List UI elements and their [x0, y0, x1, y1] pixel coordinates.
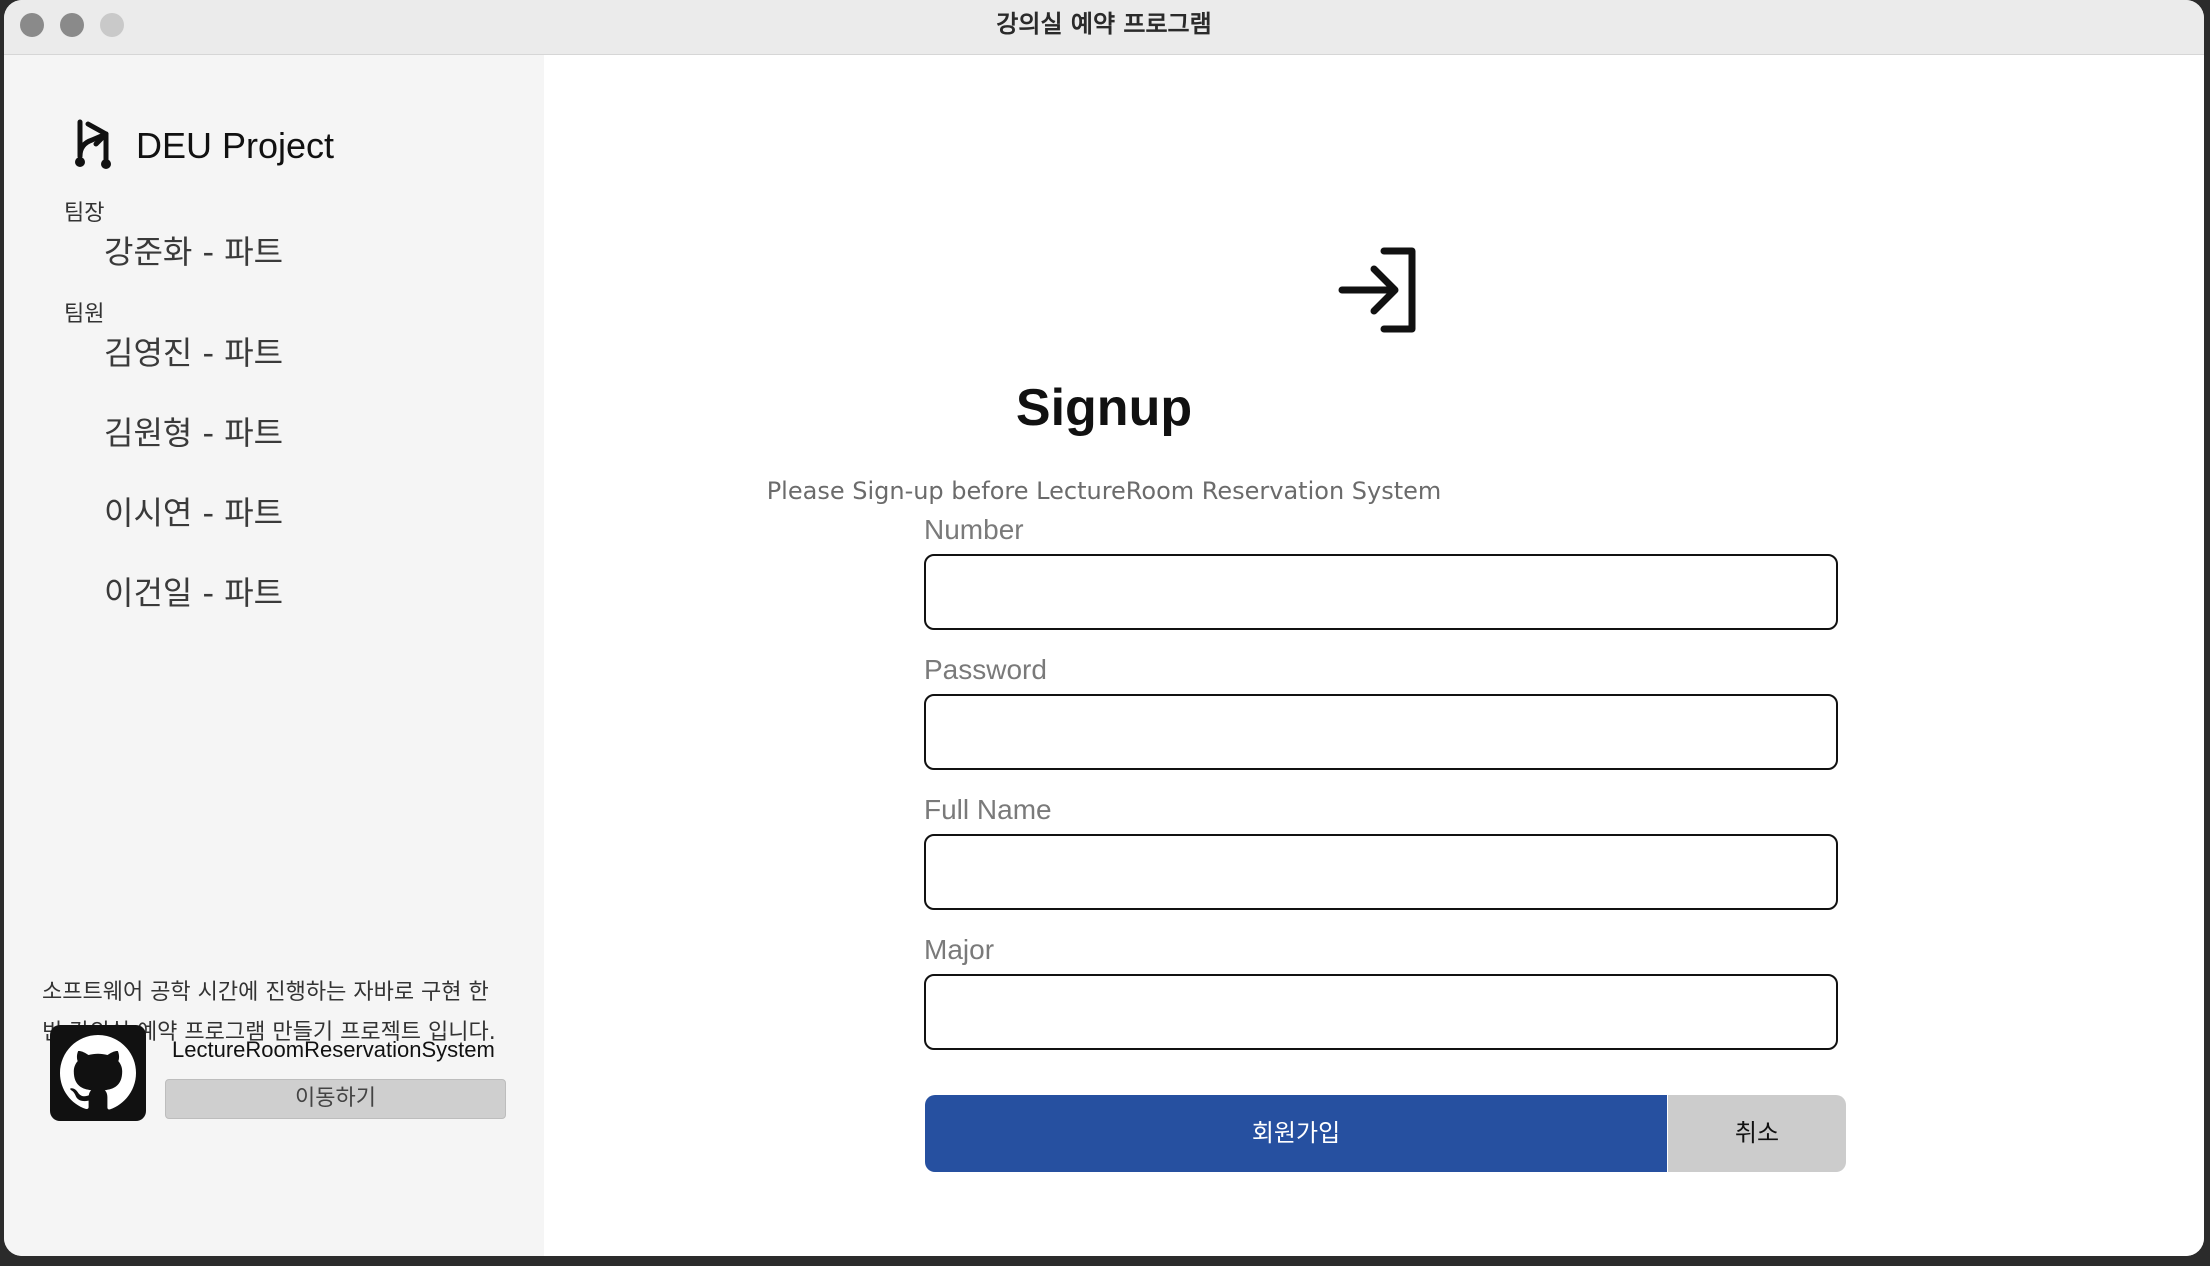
major-input[interactable]	[924, 974, 1838, 1050]
major-label: Major	[924, 934, 995, 965]
goto-repo-button[interactable]: 이동하기	[165, 1079, 506, 1119]
app-window: 강의실 예약 프로그램 DEU Project 팀장 강준화 - 파트 팀원 김…	[4, 0, 2204, 1256]
branch-icon	[66, 116, 122, 176]
title-bar: 강의실 예약 프로그램	[4, 0, 2204, 55]
full-name-label: Full Name	[924, 794, 1052, 825]
page-title: Signup	[1015, 379, 1193, 437]
window-title: 강의실 예약 프로그램	[996, 10, 1212, 38]
signup-panel	[544, 55, 2204, 1256]
members-label: 팀원	[64, 302, 105, 327]
full-name-input[interactable]	[924, 834, 1838, 910]
password-input[interactable]	[924, 694, 1838, 770]
sign-in-icon	[1334, 245, 1424, 339]
member-item: 이건일 - 파트	[104, 574, 284, 612]
signup-submit-button[interactable]: 회원가입	[925, 1095, 1667, 1172]
member-item: 김영진 - 파트	[104, 334, 284, 372]
sidebar: DEU Project 팀장 강준화 - 파트 팀원 김영진 - 파트 김원형 …	[4, 55, 544, 1256]
number-label: Number	[924, 514, 1024, 545]
number-input[interactable]	[924, 554, 1838, 630]
page-subtitle: Please Sign-up before LectureRoom Reserv…	[766, 477, 1442, 505]
github-icon	[50, 1025, 146, 1121]
leader-label: 팀장	[64, 201, 105, 226]
brand: DEU Project	[66, 118, 334, 174]
cancel-button[interactable]: 취소	[1668, 1095, 1846, 1172]
desktop-background	[0, 1256, 2210, 1266]
password-label: Password	[924, 654, 1047, 685]
leader-name: 강준화 - 파트	[104, 233, 284, 271]
brand-title: DEU Project	[136, 125, 335, 166]
repo-name: LectureRoomReservationSystem	[172, 1037, 495, 1062]
